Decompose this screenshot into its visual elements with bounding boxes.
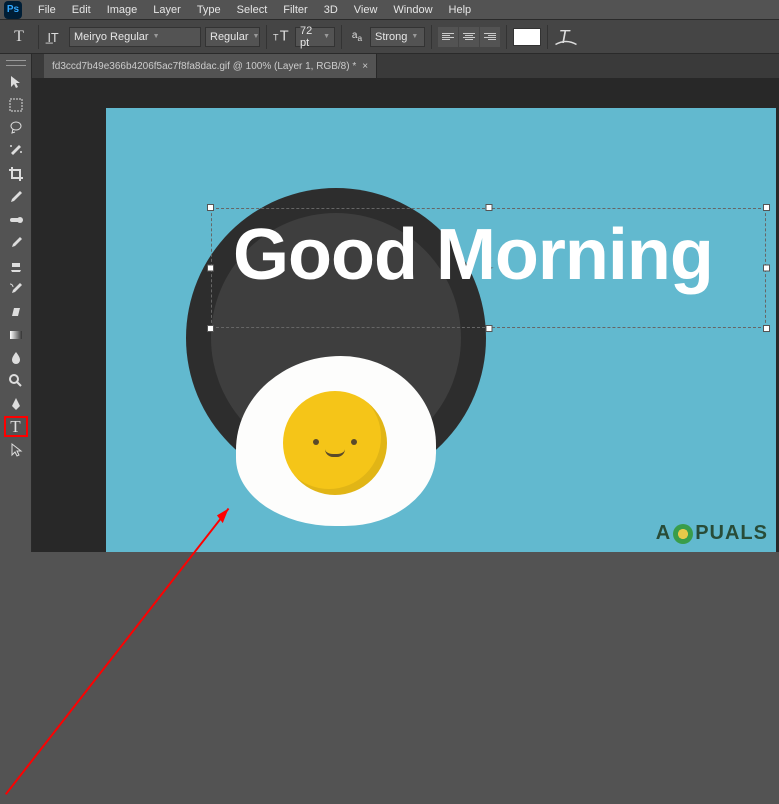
spot-healing-tool[interactable] <box>4 209 28 230</box>
pen-tool[interactable] <box>4 393 28 414</box>
artwork-face <box>283 391 387 495</box>
menu-file[interactable]: File <box>30 4 64 16</box>
menu-layer[interactable]: Layer <box>145 4 189 16</box>
antialias-dropdown[interactable]: Strong <box>370 27 425 47</box>
menu-help[interactable]: Help <box>441 4 480 16</box>
watermark-icon <box>673 524 693 544</box>
document-tab[interactable]: fd3ccd7b49e366b4206f5ac7f8fa8dac.gif @ 1… <box>44 54 377 78</box>
type-tool[interactable]: T <box>4 416 28 437</box>
resize-handle-tr[interactable] <box>763 204 770 211</box>
menu-view[interactable]: View <box>346 4 386 16</box>
options-bar: T I̲T Meiryo Regular Regular TT 72 pt aa… <box>0 20 779 54</box>
text-align-group <box>438 27 500 47</box>
resize-handle-bm[interactable] <box>485 325 492 332</box>
move-tool[interactable] <box>4 71 28 92</box>
align-center-button[interactable] <box>459 27 479 47</box>
eyedropper-tool[interactable] <box>4 186 28 207</box>
gradient-tool[interactable] <box>4 324 28 345</box>
canvas[interactable]: ✦ Good Morning A PUALS <box>106 108 776 552</box>
font-family-dropdown[interactable]: Meiryo Regular <box>69 27 201 47</box>
marquee-tool[interactable] <box>4 94 28 115</box>
workspace: fd3ccd7b49e366b4206f5ac7f8fa8dac.gif @ 1… <box>32 54 779 552</box>
watermark: A PUALS <box>656 522 768 545</box>
menu-type[interactable]: Type <box>189 4 229 16</box>
eraser-tool[interactable] <box>4 301 28 322</box>
resize-handle-mr[interactable] <box>763 265 770 272</box>
lasso-tool[interactable] <box>4 117 28 138</box>
document-tabbar: fd3ccd7b49e366b4206f5ac7f8fa8dac.gif @ 1… <box>32 54 779 78</box>
menu-3d[interactable]: 3D <box>316 4 346 16</box>
font-size-dropdown[interactable]: 72 pt <box>295 27 335 47</box>
svg-text:T: T <box>280 29 289 44</box>
font-size-icon: TT <box>273 26 291 47</box>
crop-tool[interactable] <box>4 163 28 184</box>
menu-window[interactable]: Window <box>385 4 440 16</box>
clone-stamp-tool[interactable] <box>4 255 28 276</box>
antialias-icon: aa <box>348 30 366 43</box>
svg-text:T: T <box>559 27 572 47</box>
resize-handle-br[interactable] <box>763 325 770 332</box>
text-layer-content[interactable]: Good Morning <box>233 214 713 296</box>
text-color-swatch[interactable] <box>513 28 541 46</box>
app-logo: Ps <box>4 1 22 19</box>
dodge-tool[interactable] <box>4 370 28 391</box>
menu-edit[interactable]: Edit <box>64 4 99 16</box>
font-style-dropdown[interactable]: Regular <box>205 27 260 47</box>
menu-filter[interactable]: Filter <box>275 4 315 16</box>
warp-text-button[interactable]: T <box>554 27 578 47</box>
resize-handle-tl[interactable] <box>207 204 214 211</box>
svg-text:I̲T: I̲T <box>45 31 59 45</box>
tools-panel: T <box>0 54 32 552</box>
resize-handle-ml[interactable] <box>207 265 214 272</box>
tool-preset-type-icon[interactable]: T <box>6 24 32 50</box>
align-right-button[interactable] <box>480 27 500 47</box>
path-selection-tool[interactable] <box>4 439 28 460</box>
menu-select[interactable]: Select <box>229 4 276 16</box>
history-brush-tool[interactable] <box>4 278 28 299</box>
align-left-button[interactable] <box>438 27 458 47</box>
document-tab-title: fd3ccd7b49e366b4206f5ac7f8fa8dac.gif @ 1… <box>52 61 356 72</box>
menu-image[interactable]: Image <box>99 4 146 16</box>
svg-text:T: T <box>273 33 279 43</box>
resize-handle-tm[interactable] <box>485 204 492 211</box>
text-orientation-toggle[interactable]: I̲T <box>45 27 65 47</box>
panel-grabber[interactable] <box>6 60 26 66</box>
brush-tool[interactable] <box>4 232 28 253</box>
menubar: Ps File Edit Image Layer Type Select Fil… <box>0 0 779 20</box>
close-tab-icon[interactable]: × <box>362 61 368 72</box>
magic-wand-tool[interactable] <box>4 140 28 161</box>
text-layer-bounding-box[interactable]: ✦ Good Morning <box>211 208 766 328</box>
resize-handle-bl[interactable] <box>207 325 214 332</box>
blur-tool[interactable] <box>4 347 28 368</box>
canvas-container[interactable]: ✦ Good Morning A PUALS <box>32 78 779 552</box>
